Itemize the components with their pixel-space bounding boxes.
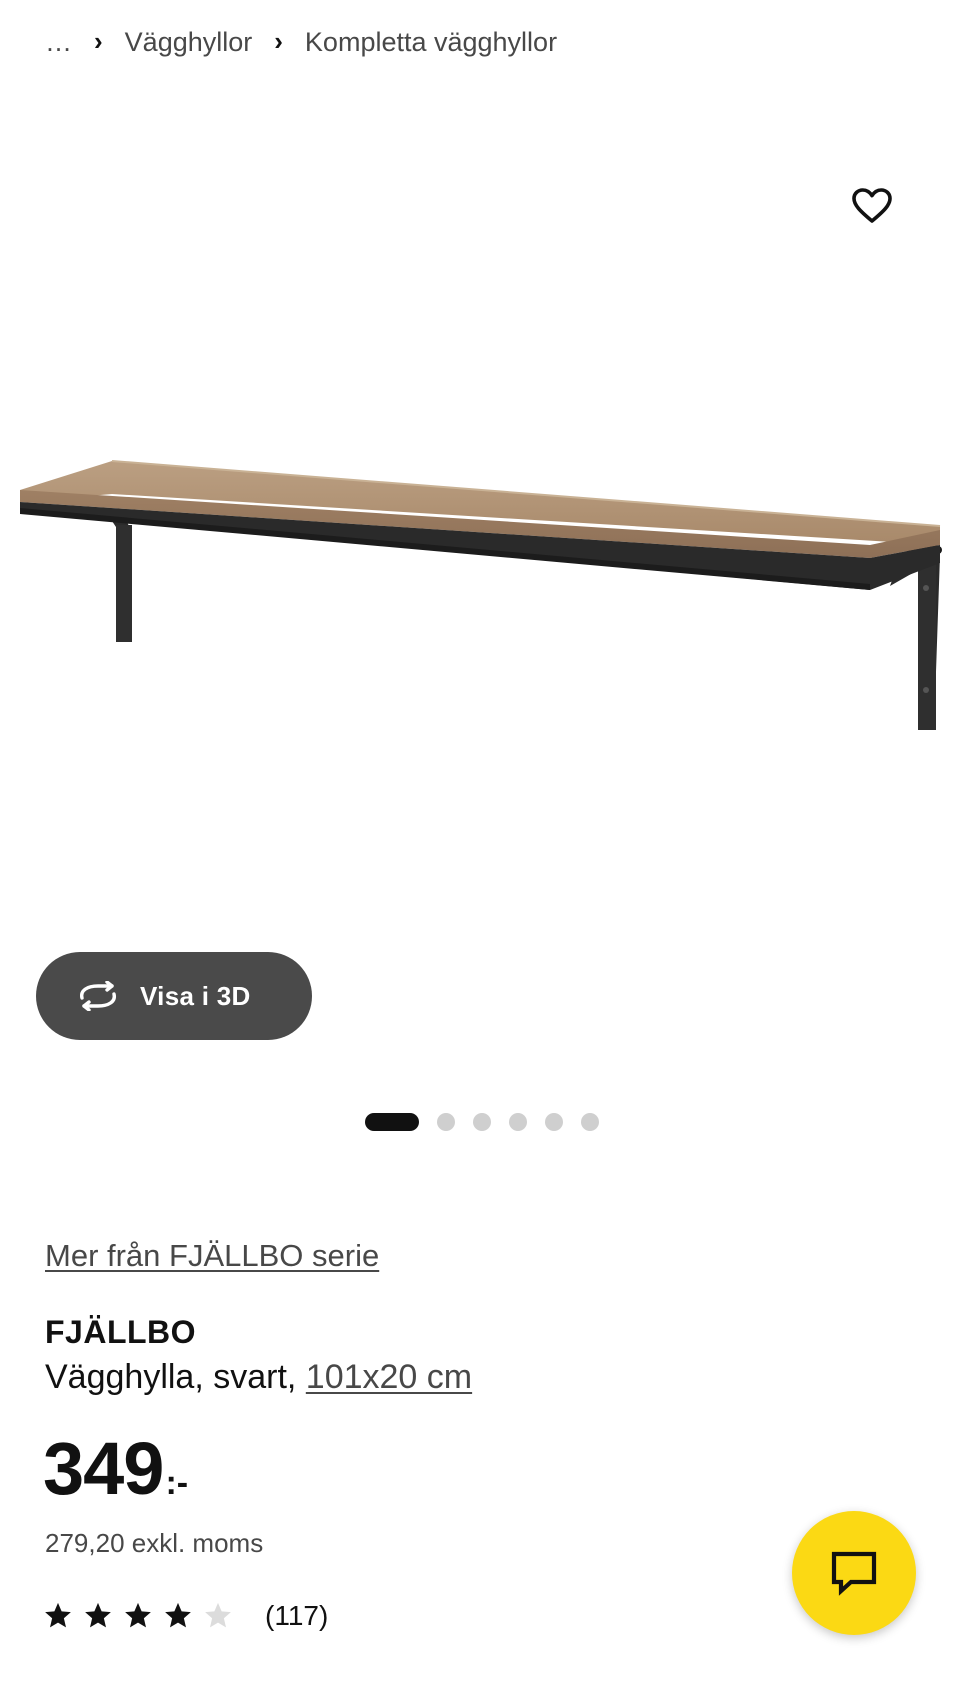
carousel-dot[interactable] — [437, 1113, 455, 1131]
view-3d-button[interactable]: Visa i 3D — [36, 952, 312, 1040]
carousel-dot[interactable] — [581, 1113, 599, 1131]
price-excl-vat: 279,20 exkl. moms — [45, 1528, 264, 1558]
product-image[interactable] — [0, 100, 960, 1020]
star-filled-icon — [83, 1601, 113, 1631]
price-amount: 349 — [43, 1427, 164, 1510]
carousel-dot[interactable] — [509, 1113, 527, 1131]
view-3d-label: Visa i 3D — [140, 980, 251, 1011]
product-rating[interactable]: (117) — [43, 1596, 328, 1636]
star-filled-icon — [43, 1601, 73, 1631]
product-size-link[interactable]: 101x20 cm — [306, 1358, 472, 1396]
star-filled-icon — [123, 1601, 153, 1631]
favorite-button[interactable] — [846, 180, 898, 232]
chat-button[interactable] — [792, 1511, 916, 1635]
product-description: Vägghylla, svart, 101x20 cm — [45, 1358, 472, 1397]
breadcrumb-ellipsis[interactable]: … — [45, 27, 72, 58]
series-link[interactable]: Mer från FJÄLLBO serie — [45, 1238, 379, 1274]
star-empty-icon — [203, 1601, 233, 1631]
star-filled-icon — [163, 1601, 193, 1631]
product-page: … › Vägghyllor › Kompletta vägghyllor Vi… — [0, 0, 960, 1682]
carousel-dot[interactable] — [545, 1113, 563, 1131]
chevron-right-icon: › — [274, 25, 283, 56]
carousel-dot-active[interactable] — [365, 1113, 419, 1131]
product-description-text: Vägghylla, svart, — [45, 1358, 306, 1396]
chat-bubble-icon — [831, 1551, 877, 1596]
product-price: 349 :- — [43, 1432, 188, 1506]
shelf-illustration — [20, 460, 942, 730]
product-name: FJÄLLBO — [45, 1314, 197, 1350]
breadcrumb: … › Vägghyllor › Kompletta vägghyllor — [45, 20, 557, 64]
rating-count: (117) — [265, 1600, 329, 1631]
rotate-3d-icon — [74, 981, 122, 1011]
breadcrumb-item-vagghyllor[interactable]: Vägghyllor — [125, 27, 253, 58]
carousel-pagination — [365, 1112, 599, 1132]
heart-outline-icon — [852, 188, 892, 223]
price-suffix: :- — [165, 1464, 189, 1502]
carousel-dot[interactable] — [473, 1113, 491, 1131]
chevron-right-icon: › — [94, 25, 103, 56]
breadcrumb-item-kompletta-vagghyllor[interactable]: Kompletta vägghyllor — [305, 27, 557, 58]
